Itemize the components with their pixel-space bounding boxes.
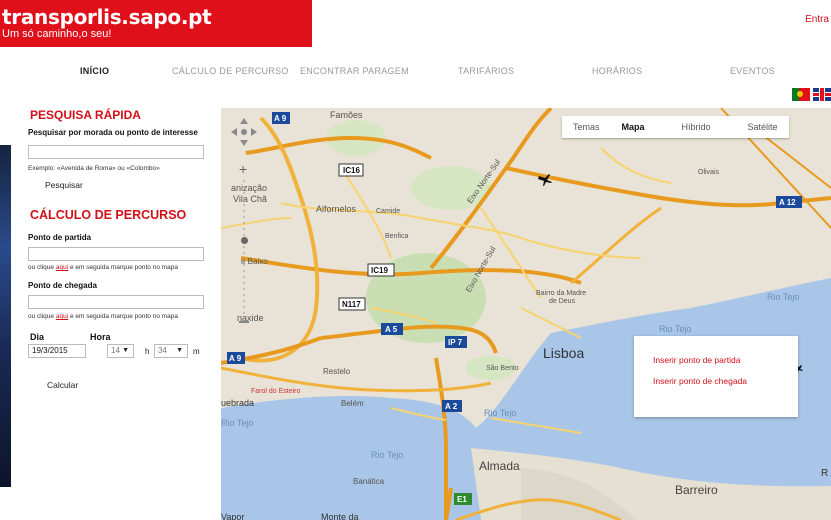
language-switcher [792, 88, 831, 101]
map-label-rio-tejo-3: Rio Tejo [484, 408, 516, 418]
map-label-vapor: Vapor [221, 512, 244, 520]
background-strip [0, 145, 11, 487]
nav-item-tarifarios[interactable]: TARIFÁRIOS [458, 66, 514, 76]
map-label-rio-tejo-1: Rio Tejo [767, 292, 799, 302]
end-hint-link[interactable]: aqui [56, 313, 68, 320]
hour-unit: h [145, 347, 150, 356]
map-label-sao-bento: São Bento [486, 365, 519, 372]
road-label-a2: A 2 [445, 402, 458, 411]
map-label-monte: Monte da [321, 512, 359, 520]
map-label-rio-tejo-5: Rio Tejo [371, 450, 403, 460]
search-button[interactable]: Pesquisar [45, 180, 83, 190]
uk-flag-icon[interactable] [813, 88, 831, 101]
end-input[interactable] [28, 295, 204, 309]
map-label-belem: Belém [341, 399, 364, 408]
hour-value: 14 [111, 346, 120, 355]
map-label-bairro-2: de Deus [549, 298, 576, 305]
start-hint-suffix: e em seguida marque ponto no mapa [69, 264, 178, 271]
site-name: transporlis.sapo.pt [2, 5, 212, 29]
map-label-almada: Almada [479, 459, 520, 473]
hour-label: Hora [90, 332, 111, 342]
map-label-banatica: Banática [353, 477, 385, 486]
map-label-alfornelos: Alfornelos [316, 204, 357, 214]
hour-select[interactable]: 14 ▼ [107, 344, 134, 358]
nav-item-inicio[interactable]: INÍCIO [80, 66, 109, 76]
pan-right-icon [251, 128, 257, 136]
day-input[interactable]: 19/3/2015 [28, 344, 86, 358]
chevron-down-icon: ▼ [176, 347, 183, 354]
map-label-queluz: e Baixo [241, 257, 268, 266]
map-type-hibrido[interactable]: Híbrido [656, 116, 722, 138]
map-type-mapa[interactable]: Mapa [611, 116, 656, 138]
road-label-a9-2: A 9 [229, 354, 242, 363]
site-tagline: Um só caminho,o seu! [2, 28, 112, 40]
road-label-a5: A 5 [385, 325, 398, 334]
map-type-satelite[interactable]: Satélite [722, 116, 789, 138]
zoom-in-icon: + [239, 161, 247, 177]
map-label-benfica: Benfica [385, 233, 408, 240]
site-logo[interactable]: transporlis.sapo.pt Um só caminho,o seu! [0, 0, 312, 47]
map-label-rio-tejo-4: Rio Tejo [221, 418, 253, 428]
start-label: Ponto de partida [28, 233, 92, 242]
start-input[interactable] [28, 247, 204, 261]
map-canvas: IC16 IC19 N117 A 5 IP 7 A 2 A 9 A 9 A 12… [221, 108, 831, 520]
quick-search-label: Pesquisar por morada ou ponto de interes… [28, 128, 198, 137]
minute-value: 34 [158, 346, 167, 355]
map-type-temas[interactable]: Temas [562, 116, 611, 138]
road-label-ic19: IC19 [371, 266, 388, 275]
map-label-vila-cha-2: Vila Chã [233, 194, 267, 204]
end-label: Ponto de chegada [28, 281, 97, 290]
chevron-down-icon: ▼ [122, 347, 129, 354]
map-label-olivais: Olivais [698, 169, 720, 176]
map-label-vila-cha-1: anização [231, 183, 267, 193]
nav-item-calculo[interactable]: CÁLCULO DE PERCURSO [172, 66, 289, 76]
map-label-bairro-1: Bairro da Madre [536, 290, 586, 297]
pan-left-icon [231, 128, 237, 136]
portugal-flag-icon[interactable] [792, 88, 810, 101]
quick-search-title: PESQUISA RÁPIDA [30, 108, 141, 122]
end-hint-prefix: ou clique [28, 313, 55, 320]
start-hint: ou clique aqui e em seguida marque ponto… [28, 264, 178, 271]
end-hint: ou clique aqui e em seguida marque ponto… [28, 313, 178, 320]
end-hint-suffix: e em seguida marque ponto no mapa [69, 313, 178, 320]
map-type-selector: Temas Mapa Híbrido Satélite [562, 116, 789, 138]
road-label-n117: N117 [342, 300, 361, 309]
map-label-camide: Camide [376, 208, 400, 215]
login-link[interactable]: Entra [805, 14, 829, 25]
nav-item-paragem[interactable]: ENCONTRAR PARAGEM [300, 66, 409, 76]
map-label-barreiro: Barreiro [675, 483, 718, 497]
minute-unit: m [193, 347, 200, 356]
road-label-ic16: IC16 [343, 166, 360, 175]
map-view[interactable]: IC16 IC19 N117 A 5 IP 7 A 2 A 9 A 9 A 12… [221, 108, 831, 520]
map-label-r: R [821, 468, 828, 479]
road-label-e1: E1 [457, 495, 467, 504]
insert-start-point[interactable]: Inserir ponto de partida [653, 355, 740, 365]
quick-search-input[interactable] [28, 145, 204, 159]
pan-up-icon [240, 118, 248, 124]
map-context-menu: Inserir ponto de partida Inserir ponto d… [634, 336, 798, 417]
minute-select[interactable]: 34 ▼ [154, 344, 188, 358]
day-label: Dia [30, 332, 45, 342]
map-label-farol: Farol do Esteiro [251, 388, 301, 395]
nav-item-eventos[interactable]: EVENTOS [730, 66, 775, 76]
road-label-ip7: IP 7 [448, 338, 463, 347]
start-hint-link[interactable]: aqui [56, 264, 68, 271]
road-label-a12: A 12 [779, 198, 796, 207]
pan-down-icon [240, 140, 248, 146]
map-label-lisboa: Lisboa [543, 345, 584, 361]
route-title: CÁLCULO DE PERCURSO [30, 208, 187, 222]
calculate-button[interactable]: Calcular [47, 380, 78, 390]
start-hint-prefix: ou clique [28, 264, 55, 271]
map-label-restelo: Restelo [323, 367, 351, 376]
quick-search-example: Exemplo: «Avenida de Roma» ou «Colombo» [28, 165, 160, 172]
map-label-quebrada: uebrada [221, 398, 254, 408]
insert-end-point[interactable]: Inserir ponto de chegada [653, 376, 747, 386]
map-label-famoes: Famões [330, 110, 363, 120]
road-label-a9: A 9 [274, 114, 287, 123]
nav-item-horarios[interactable]: HORÁRIOS [592, 66, 642, 76]
zoom-control: + [231, 118, 257, 323]
map-label-rio-tejo-2: Rio Tejo [659, 324, 691, 334]
main-nav: INÍCIO CÁLCULO DE PERCURSO ENCONTRAR PAR… [0, 66, 831, 78]
zoom-handle [241, 237, 248, 244]
